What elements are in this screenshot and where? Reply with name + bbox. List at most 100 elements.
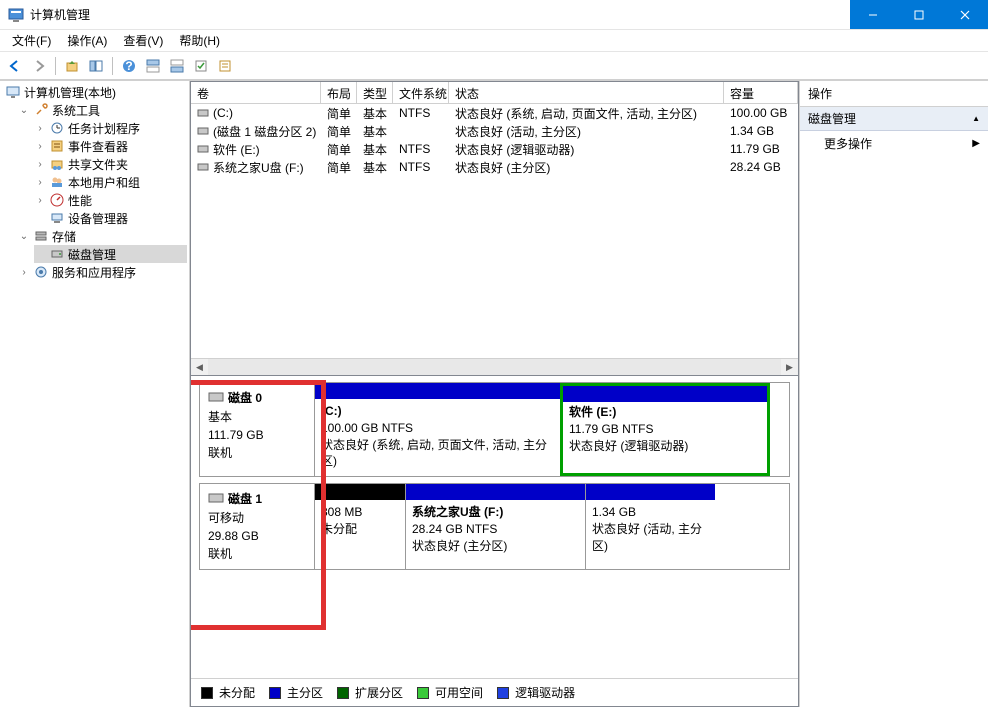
volume-type: 基本 — [357, 104, 393, 123]
disk-icon — [208, 493, 224, 507]
disk-info[interactable]: 磁盘 1可移动29.88 GB联机 — [200, 484, 315, 569]
tree-root-label: 计算机管理(本地) — [24, 84, 116, 101]
device-icon — [49, 210, 65, 226]
col-layout[interactable]: 布局 — [321, 82, 357, 103]
volume-type: 基本 — [357, 140, 393, 159]
partition-size: 11.79 GB NTFS — [569, 421, 761, 438]
disk-graphical-view[interactable]: 磁盘 0基本111.79 GB联机(C:)100.00 GB NTFS状态良好 … — [190, 376, 799, 707]
tree-local-users[interactable]: ›本地用户和组 — [34, 173, 187, 191]
toolbar: ? — [0, 52, 988, 80]
col-type[interactable]: 类型 — [357, 82, 393, 103]
menu-file[interactable]: 文件(F) — [4, 30, 59, 51]
disk-partitions: 308 MB未分配系统之家U盘 (F:)28.24 GB NTFS状态良好 (主… — [315, 484, 789, 569]
center-panel: 卷 布局 类型 文件系统 状态 容量 (C:)简单基本NTFS状态良好 (系统,… — [190, 81, 800, 707]
actions-section[interactable]: 磁盘管理 ▲ — [800, 107, 988, 131]
menu-action[interactable]: 操作(A) — [59, 30, 115, 51]
expand-icon[interactable]: › — [34, 195, 46, 206]
tree-storage[interactable]: ⌄ 存储 — [18, 227, 187, 245]
scroll-track[interactable] — [208, 359, 781, 375]
disk-row[interactable]: 磁盘 1可移动29.88 GB联机308 MB未分配系统之家U盘 (F:)28.… — [199, 483, 790, 570]
actions-more-label: 更多操作 — [824, 135, 872, 152]
disk-info[interactable]: 磁盘 0基本111.79 GB联机 — [200, 383, 315, 476]
partition-header — [315, 383, 560, 399]
minimize-button[interactable] — [850, 0, 896, 29]
tree-label: 设备管理器 — [68, 210, 128, 227]
legend-primary: 主分区 — [287, 684, 323, 701]
partition[interactable]: 系统之家U盘 (F:)28.24 GB NTFS状态良好 (主分区) — [405, 484, 585, 569]
tree-services-apps[interactable]: ›服务和应用程序 — [18, 263, 187, 281]
legend-extended: 扩展分区 — [355, 684, 403, 701]
col-fs[interactable]: 文件系统 — [393, 82, 449, 103]
legend-swatch-extended — [337, 687, 349, 699]
up-button[interactable] — [61, 55, 83, 77]
tree-label: 存储 — [52, 228, 76, 245]
partition[interactable]: 软件 (E:)11.79 GB NTFS状态良好 (逻辑驱动器) — [560, 383, 770, 476]
back-button[interactable] — [4, 55, 26, 77]
expand-icon[interactable]: › — [34, 141, 46, 152]
scroll-right-icon[interactable]: ▶ — [781, 359, 798, 376]
tree-event-viewer[interactable]: ›事件查看器 — [34, 137, 187, 155]
expand-icon[interactable]: › — [34, 123, 46, 134]
scroll-left-icon[interactable]: ◀ — [191, 359, 208, 376]
partition-header — [586, 484, 715, 500]
volume-list-header: 卷 布局 类型 文件系统 状态 容量 — [191, 82, 798, 104]
help-button[interactable]: ? — [118, 55, 140, 77]
volume-capacity: 100.00 GB — [724, 105, 798, 121]
volume-row[interactable]: 系统之家U盘 (F:)简单基本NTFS状态良好 (主分区)28.24 GB — [191, 158, 798, 176]
volume-name: 系统之家U盘 (F:) — [213, 159, 304, 176]
forward-button[interactable] — [28, 55, 50, 77]
tree-shared-folders[interactable]: › 共享文件夹 — [34, 155, 187, 173]
volume-list[interactable]: 卷 布局 类型 文件系统 状态 容量 (C:)简单基本NTFS状态良好 (系统,… — [190, 81, 799, 376]
disk-size: 29.88 GB — [208, 527, 306, 545]
settings-button[interactable] — [190, 55, 212, 77]
tree-disk-management[interactable]: 磁盘管理 — [34, 245, 187, 263]
partition-title: 系统之家U盘 (F:) — [412, 504, 579, 521]
menu-help[interactable]: 帮助(H) — [171, 30, 228, 51]
tree-root[interactable]: 计算机管理(本地) — [2, 83, 187, 101]
toolbar-separator — [55, 57, 56, 75]
view-top-button[interactable] — [142, 55, 164, 77]
tree-label: 磁盘管理 — [68, 246, 116, 263]
partition[interactable]: (C:)100.00 GB NTFS状态良好 (系统, 启动, 页面文件, 活动… — [315, 383, 560, 476]
partition-status: 状态良好 (主分区) — [412, 538, 579, 555]
actions-more[interactable]: 更多操作 ▶ — [800, 131, 988, 156]
collapse-icon[interactable]: ⌄ — [18, 105, 30, 116]
window-title: 计算机管理 — [30, 6, 850, 23]
volume-row[interactable]: 软件 (E:)简单基本NTFS状态良好 (逻辑驱动器)11.79 GB — [191, 140, 798, 158]
col-capacity[interactable]: 容量 — [724, 82, 798, 103]
volume-icon — [197, 125, 209, 137]
volume-row[interactable]: (磁盘 1 磁盘分区 2)简单基本状态良好 (活动, 主分区)1.34 GB — [191, 122, 798, 140]
show-hide-tree-button[interactable] — [85, 55, 107, 77]
tree-system-tools[interactable]: ⌄ 系统工具 — [18, 101, 187, 119]
partition[interactable]: 308 MB未分配 — [315, 484, 405, 569]
partition[interactable]: 1.34 GB状态良好 (活动, 主分区) — [585, 484, 715, 569]
disk-type: 基本 — [208, 408, 306, 426]
horizontal-scrollbar[interactable]: ◀ ▶ — [191, 358, 798, 375]
close-button[interactable] — [942, 0, 988, 29]
collapse-icon[interactable]: ⌄ — [18, 231, 30, 242]
tree-task-scheduler[interactable]: ›任务计划程序 — [34, 119, 187, 137]
legend-swatch-logical — [497, 687, 509, 699]
volume-row[interactable]: (C:)简单基本NTFS状态良好 (系统, 启动, 页面文件, 活动, 主分区)… — [191, 104, 798, 122]
partition-header — [315, 484, 405, 500]
legend-swatch-unallocated — [201, 687, 213, 699]
expand-icon[interactable]: › — [34, 177, 46, 188]
col-volume[interactable]: 卷 — [191, 82, 321, 103]
expand-icon[interactable]: › — [18, 267, 30, 278]
disk-row[interactable]: 磁盘 0基本111.79 GB联机(C:)100.00 GB NTFS状态良好 … — [199, 382, 790, 477]
disk-status: 联机 — [208, 545, 306, 563]
services-icon — [33, 264, 49, 280]
refresh-button[interactable] — [214, 55, 236, 77]
menu-view[interactable]: 查看(V) — [115, 30, 171, 51]
maximize-button[interactable] — [896, 0, 942, 29]
disk-icon — [49, 246, 65, 262]
view-bottom-button[interactable] — [166, 55, 188, 77]
tree-label: 共享文件夹 — [68, 156, 128, 173]
tree-device-manager[interactable]: 设备管理器 — [34, 209, 187, 227]
col-status[interactable]: 状态 — [449, 82, 724, 103]
expand-icon[interactable]: › — [34, 159, 46, 170]
tree-performance[interactable]: ›性能 — [34, 191, 187, 209]
disk-label: 磁盘 1 — [228, 492, 262, 506]
volume-fs: NTFS — [393, 141, 449, 157]
tree-panel[interactable]: 计算机管理(本地) ⌄ 系统工具 ›任务计划程序 ›事件查看器 › 共享文件夹 ›… — [0, 81, 190, 707]
